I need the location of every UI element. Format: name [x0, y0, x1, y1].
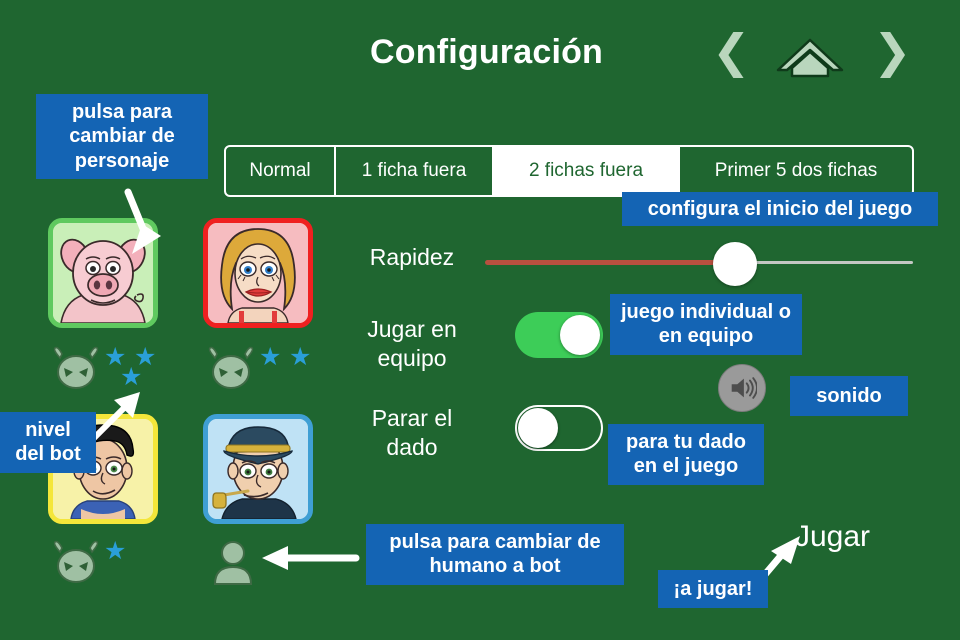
callout-team-play: juego individual o en equipo: [610, 294, 802, 355]
star-icon: ★: [289, 342, 312, 371]
player-avatar-woman[interactable]: [203, 218, 313, 328]
prev-page-button[interactable]: ❮: [712, 28, 751, 74]
callout-change-character: pulsa para cambiar de personaje: [36, 94, 208, 180]
page-title: Configuración: [370, 33, 604, 71]
settings-screen: Configuración ❮ ❯ Normal 1 ficha fuera 2…: [0, 0, 960, 640]
stop-dice-toggle[interactable]: [515, 405, 603, 451]
speed-slider-knob[interactable]: [713, 242, 757, 286]
team-play-label: Jugar en equipo: [367, 316, 457, 371]
callout-game-start: configura el inicio del juego: [622, 192, 938, 227]
next-page-button[interactable]: ❯: [873, 28, 912, 74]
game-mode-tabs: Normal 1 ficha fuera 2 fichas fuera Prim…: [224, 145, 914, 197]
toggle-knob: [518, 408, 558, 448]
sailor-face-icon: [208, 419, 308, 519]
woman-face-icon: [208, 223, 308, 323]
speed-slider[interactable]: [485, 242, 913, 286]
bot-icon[interactable]: [52, 346, 100, 390]
star-icon: ★: [104, 536, 127, 565]
callout-bot-level: nivel del bot: [0, 412, 96, 473]
bot-level-stars: ★: [104, 538, 214, 586]
speed-slider-track-active: [485, 260, 735, 265]
callout-stop-dice: para tu dado en el juego: [608, 424, 764, 485]
callout-lets-play: ¡a jugar!: [658, 570, 768, 609]
tab-1-ficha-fuera[interactable]: 1 ficha fuera: [336, 147, 494, 195]
home-button[interactable]: [770, 26, 850, 82]
speed-slider-track-inactive: [735, 261, 913, 264]
star-icon: ★: [120, 362, 143, 391]
bot-level-stars: ★ ★ ★: [104, 344, 214, 392]
player-avatar-sailor[interactable]: [203, 414, 313, 524]
sound-button[interactable]: [718, 364, 766, 412]
stop-dice-label: Parar el dado: [371, 405, 453, 460]
team-play-toggle[interactable]: [515, 312, 603, 358]
tab-normal[interactable]: Normal: [226, 147, 336, 195]
callout-sound: sonido: [790, 376, 908, 417]
bot-icon[interactable]: [52, 540, 100, 584]
play-button[interactable]: Jugar: [795, 520, 870, 554]
toggle-knob: [560, 315, 600, 355]
speaker-icon: [731, 377, 757, 399]
player-avatar-pig[interactable]: [48, 218, 158, 328]
star-icon: ★: [259, 342, 282, 371]
tab-2-fichas-fuera[interactable]: 2 fichas fuera: [494, 147, 680, 195]
pig-face-icon: [53, 223, 153, 323]
bot-icon[interactable]: [207, 346, 255, 390]
callout-human-to-bot: pulsa para cambiar de humano a bot: [366, 524, 624, 585]
tab-primer-5-dos-fichas[interactable]: Primer 5 dos fichas: [680, 147, 912, 195]
human-icon[interactable]: [209, 538, 257, 586]
speed-label: Rapidez: [369, 244, 455, 270]
home-icon: [776, 38, 844, 78]
